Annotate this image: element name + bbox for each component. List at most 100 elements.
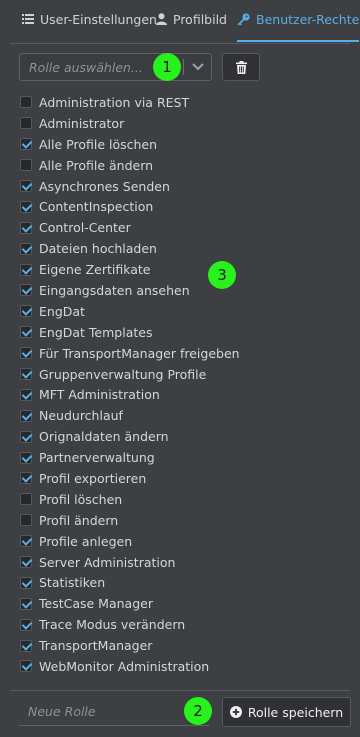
permission-item[interactable]: Neudurchlauf [20,405,340,426]
permission-checkbox[interactable] [20,159,32,172]
permission-checkbox[interactable] [20,597,32,610]
permission-checkbox[interactable] [20,472,32,485]
new-role-placeholder: Neue Rolle [28,704,96,719]
permission-item[interactable]: ContentInspection [20,196,340,217]
key-icon [237,13,250,26]
permission-checkbox[interactable] [20,535,32,548]
role-select[interactable]: Rolle auswählen... [19,53,212,81]
permission-item[interactable]: Trace Modus verändern [20,614,340,635]
permission-checkbox[interactable] [20,556,32,569]
permission-item[interactable]: MFT Administration [20,384,340,405]
new-role-input[interactable]: Neue Rolle [19,698,209,726]
permission-checkbox[interactable] [20,388,32,401]
permission-item[interactable]: Alle Profile löschen [20,134,340,155]
permission-label: Alle Profile ändern [39,157,154,173]
permission-checkbox[interactable] [20,305,32,318]
tab-label: User-Einstellungen [40,12,157,27]
permission-item[interactable]: WebMonitor Administration [20,656,340,677]
tab-label: Benutzer-Rechte [256,12,360,27]
permission-item[interactable]: Profil exportieren [20,468,340,489]
tab-user-settings[interactable]: User-Einstellungen [22,12,157,42]
permission-checkbox[interactable] [20,326,32,339]
select-separator [183,59,184,75]
tab-label: Profilbild [173,12,227,27]
permission-label: WebMonitor Administration [39,658,210,674]
permission-checkbox[interactable] [20,639,32,652]
permission-checkbox[interactable] [20,430,32,443]
permission-item[interactable]: Asynchrones Senden [20,176,340,197]
tab-bar: User-Einstellungen Profilbild Benutzer-R… [0,0,360,44]
permission-checkbox[interactable] [20,368,32,381]
permission-item[interactable]: Administrator [20,113,340,134]
permission-checkbox[interactable] [20,221,32,234]
permission-checkbox[interactable] [20,347,32,360]
permission-label: Für TransportManager freigeben [39,345,240,361]
permission-item[interactable]: Server Administration [20,552,340,573]
role-select-placeholder: Rolle auswählen... [29,60,143,75]
permission-item[interactable]: Profil ändern [20,510,340,531]
permission-label: Asynchrones Senden [39,178,170,194]
footer-divider [10,690,350,691]
permission-item[interactable]: Alle Profile ändern [20,155,340,176]
user-icon [156,13,167,25]
permission-label: Administration via REST [39,94,190,110]
permission-checkbox[interactable] [20,117,32,130]
permission-label: Administrator [39,115,125,131]
permission-checkbox[interactable] [20,138,32,151]
permission-item[interactable]: Orignaldaten ändern [20,426,340,447]
permission-checkbox[interactable] [20,263,32,276]
permission-item[interactable]: Administration via REST [20,92,340,113]
permission-label: Statistiken [39,575,106,591]
permission-label: Orignaldaten ändern [39,429,169,445]
permission-item[interactable]: Eigene Zertifikate [20,259,340,280]
list-icon [22,14,34,24]
permission-item[interactable]: EngDat Templates [20,322,340,343]
delete-role-button[interactable] [222,53,260,81]
permission-label: Eigene Zertifikate [39,262,151,278]
permission-item[interactable]: TransportManager [20,635,340,656]
permission-label: EngDat Templates [39,324,153,340]
tab-user-rights[interactable]: Benutzer-Rechte [237,12,360,42]
permission-label: TestCase Manager [39,596,153,612]
permission-item[interactable]: Gruppenverwaltung Profile [20,364,340,385]
permission-label: Server Administration [39,554,176,570]
permission-checkbox[interactable] [20,409,32,422]
permission-item[interactable]: Statistiken [20,572,340,593]
permission-label: Control-Center [39,220,131,236]
permission-checkbox[interactable] [20,514,32,527]
permission-label: Neudurchlauf [39,408,123,424]
permission-label: Eingangsdaten ansehen [39,282,190,298]
save-role-button[interactable]: Rolle speichern [222,697,351,727]
permission-list: Administration via REST Administrator Alle… [20,92,340,677]
permission-item[interactable]: Dateien hochladen [20,238,340,259]
tab-profile-picture[interactable]: Profilbild [156,12,227,42]
permission-label: Profil löschen [39,491,123,507]
permission-item[interactable]: Profil löschen [20,489,340,510]
permission-label: Partnerverwaltung [39,450,155,466]
permission-item[interactable]: Control-Center [20,217,340,238]
permission-checkbox[interactable] [20,200,32,213]
permission-item[interactable]: Eingangsdaten ansehen [20,280,340,301]
permission-checkbox[interactable] [20,451,32,464]
permission-checkbox[interactable] [20,242,32,255]
permission-checkbox[interactable] [20,576,32,589]
permission-item[interactable]: Profile anlegen [20,531,340,552]
chevron-down-icon[interactable] [192,63,204,71]
permission-label: EngDat [39,303,85,319]
plus-circle-icon [229,706,242,718]
annotation-marker-1: 1 [153,53,181,81]
permission-item[interactable]: Partnerverwaltung [20,447,340,468]
permission-item[interactable]: Für TransportManager freigeben [20,343,340,364]
permission-checkbox[interactable] [20,284,32,297]
permission-checkbox[interactable] [20,660,32,673]
permission-checkbox[interactable] [20,180,32,192]
permission-item[interactable]: EngDat [20,301,340,322]
permission-label: TransportManager [39,638,153,654]
permission-checkbox[interactable] [20,96,32,109]
permission-item[interactable]: TestCase Manager [20,593,340,614]
permission-checkbox[interactable] [20,493,32,506]
permission-label: MFT Administration [39,387,160,403]
save-button-label: Rolle speichern [247,704,344,720]
permission-label: Profile anlegen [39,533,133,549]
permission-checkbox[interactable] [20,618,32,631]
